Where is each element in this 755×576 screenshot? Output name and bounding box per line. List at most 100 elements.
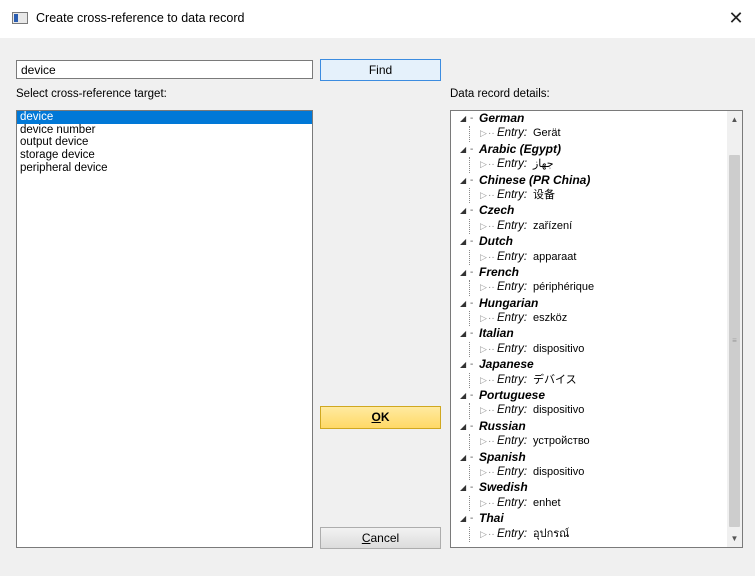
language-node[interactable]: ◢ - Arabic (Egypt) bbox=[451, 142, 727, 157]
expand-arrow-icon[interactable]: ▷ bbox=[480, 342, 487, 357]
expand-arrow-icon[interactable]: ▷ bbox=[480, 126, 487, 141]
entry-node[interactable]: ▷ ·· Entry: Gerät bbox=[451, 126, 727, 142]
expand-arrow-icon[interactable]: ▷ bbox=[480, 157, 487, 172]
collapse-arrow-icon[interactable]: ◢ bbox=[460, 203, 466, 218]
collapse-arrow-icon[interactable]: ◢ bbox=[460, 326, 466, 341]
expand-arrow-icon[interactable]: ▷ bbox=[480, 496, 487, 511]
language-node[interactable]: ◢ - Italian bbox=[451, 326, 727, 341]
language-node[interactable]: ◢ - Thai bbox=[451, 511, 727, 526]
language-node[interactable]: ◢ - German bbox=[451, 111, 727, 126]
collapse-arrow-icon[interactable]: ◢ bbox=[460, 111, 466, 126]
entry-node[interactable]: ▷ ·· Entry: อุปกรณ์ bbox=[451, 526, 727, 542]
cancel-button[interactable]: Cancel bbox=[320, 527, 441, 549]
entry-node[interactable]: ▷ ·· Entry: устройство bbox=[451, 434, 727, 450]
collapse-arrow-icon[interactable]: ◢ bbox=[460, 511, 466, 526]
target-list-item[interactable]: device bbox=[17, 111, 312, 124]
tree-line-icon: - bbox=[470, 359, 474, 371]
entry-node[interactable]: ▷ ·· Entry: デバイス bbox=[451, 372, 727, 389]
entry-node[interactable]: ▷ ·· Entry: dispositivo bbox=[451, 341, 727, 358]
collapse-arrow-icon[interactable]: ◢ bbox=[460, 234, 466, 249]
collapse-arrow-icon[interactable]: ◢ bbox=[460, 388, 466, 403]
scroll-down-arrow-icon[interactable]: ▼ bbox=[727, 530, 742, 547]
expand-arrow-icon[interactable]: ▷ bbox=[480, 219, 487, 234]
collapse-arrow-icon[interactable]: ◢ bbox=[460, 450, 466, 465]
tree-line-icon: - bbox=[470, 174, 474, 186]
entry-node[interactable]: ▷ ·· Entry: جهاز bbox=[451, 157, 727, 173]
expand-arrow-icon[interactable]: ▷ bbox=[480, 403, 487, 418]
target-list[interactable]: device device number output device storage … bbox=[16, 110, 313, 548]
window-icon bbox=[12, 12, 28, 24]
entry-node[interactable]: ▷ ·· Entry: eszköz bbox=[451, 311, 727, 327]
entry-node[interactable]: ▷ ·· Entry: enhet bbox=[451, 495, 727, 512]
expand-arrow-icon[interactable]: ▷ bbox=[480, 434, 487, 449]
entry-value: устройство bbox=[533, 435, 590, 448]
target-list-item[interactable]: storage device bbox=[17, 149, 312, 162]
language-node[interactable]: ◢ - Portuguese bbox=[451, 388, 727, 403]
expand-arrow-icon[interactable]: ▷ bbox=[480, 280, 487, 295]
tree-connector-icon: ·· bbox=[488, 466, 495, 478]
entry-value: デバイス bbox=[533, 373, 577, 386]
tree-connector-icon: ·· bbox=[488, 159, 495, 171]
collapse-arrow-icon[interactable]: ◢ bbox=[460, 480, 466, 495]
tree-line-icon: - bbox=[470, 328, 474, 340]
target-list-item[interactable]: device number bbox=[17, 124, 312, 137]
language-name: Italian bbox=[479, 326, 514, 341]
tree-connector-icon: ·· bbox=[488, 343, 495, 355]
collapse-arrow-icon[interactable]: ◢ bbox=[460, 142, 466, 157]
entry-value: eszköz bbox=[533, 312, 568, 325]
language-name: Swedish bbox=[479, 480, 528, 495]
collapse-arrow-icon[interactable]: ◢ bbox=[460, 296, 466, 311]
language-node[interactable]: ◢ - Hungarian bbox=[451, 296, 727, 311]
language-node[interactable]: ◢ - French bbox=[451, 265, 727, 280]
expand-arrow-icon[interactable]: ▷ bbox=[480, 311, 487, 326]
entry-label: Entry: bbox=[497, 219, 528, 232]
search-input[interactable] bbox=[16, 60, 313, 79]
target-list-item[interactable]: peripheral device bbox=[17, 162, 312, 175]
entry-node[interactable]: ▷ ·· Entry: dispositivo bbox=[451, 464, 727, 481]
collapse-arrow-icon[interactable]: ◢ bbox=[460, 357, 466, 372]
scroll-thumb[interactable]: ≡ bbox=[729, 155, 740, 527]
scroll-up-arrow-icon[interactable]: ▲ bbox=[727, 111, 742, 128]
entry-label: Entry: bbox=[497, 373, 528, 386]
ok-button[interactable]: OK bbox=[320, 406, 441, 429]
language-node[interactable]: ◢ - Dutch bbox=[451, 234, 727, 249]
entry-node[interactable]: ▷ ·· Entry: 设备 bbox=[451, 187, 727, 204]
tree-connector-icon: ·· bbox=[488, 128, 495, 140]
expand-arrow-icon[interactable]: ▷ bbox=[480, 465, 487, 480]
tree-line-icon: - bbox=[470, 205, 474, 217]
language-name: Japanese bbox=[479, 357, 534, 372]
expand-arrow-icon[interactable]: ▷ bbox=[480, 527, 487, 542]
expand-arrow-icon[interactable]: ▷ bbox=[480, 373, 487, 388]
close-button[interactable]: ✕ bbox=[717, 0, 755, 38]
language-node[interactable]: ◢ - Japanese bbox=[451, 357, 727, 372]
find-button[interactable]: Find bbox=[320, 59, 441, 81]
entry-value: dispositivo bbox=[533, 465, 585, 478]
entry-label: Entry: bbox=[497, 342, 528, 355]
language-node[interactable]: ◢ - Swedish bbox=[451, 480, 727, 495]
entry-node[interactable]: ▷ ·· Entry: dispositivo bbox=[451, 403, 727, 419]
tree-line-icon: - bbox=[470, 482, 474, 494]
collapse-arrow-icon[interactable]: ◢ bbox=[460, 419, 466, 434]
language-node[interactable]: ◢ - Czech bbox=[451, 203, 727, 218]
entry-label: Entry: bbox=[497, 312, 528, 325]
tree-connector-icon: ·· bbox=[488, 497, 495, 509]
tree-guide-line bbox=[469, 403, 470, 419]
tree-guide-line bbox=[469, 495, 470, 512]
language-node[interactable]: ◢ - Spanish bbox=[451, 450, 727, 465]
entry-label: Entry: bbox=[497, 281, 528, 294]
ok-label-rest: K bbox=[380, 410, 390, 424]
language-name: Russian bbox=[479, 418, 526, 433]
entry-node[interactable]: ▷ ·· Entry: apparaat bbox=[451, 249, 727, 265]
vertical-scrollbar[interactable]: ▲ ≡ ▼ bbox=[727, 111, 742, 547]
entry-node[interactable]: ▷ ·· Entry: périphérique bbox=[451, 280, 727, 296]
target-list-item[interactable]: output device bbox=[17, 136, 312, 149]
collapse-arrow-icon[interactable]: ◢ bbox=[460, 173, 466, 188]
expand-arrow-icon[interactable]: ▷ bbox=[480, 188, 487, 203]
tree-guide-line bbox=[469, 280, 470, 296]
expand-arrow-icon[interactable]: ▷ bbox=[480, 250, 487, 265]
language-node[interactable]: ◢ - Chinese (PR China) bbox=[451, 173, 727, 188]
language-node[interactable]: ◢ - Russian bbox=[451, 419, 727, 434]
entry-node[interactable]: ▷ ·· Entry: zařízení bbox=[451, 218, 727, 235]
title-bar: Create cross-reference to data record ✕ bbox=[0, 0, 755, 38]
collapse-arrow-icon[interactable]: ◢ bbox=[460, 265, 466, 280]
